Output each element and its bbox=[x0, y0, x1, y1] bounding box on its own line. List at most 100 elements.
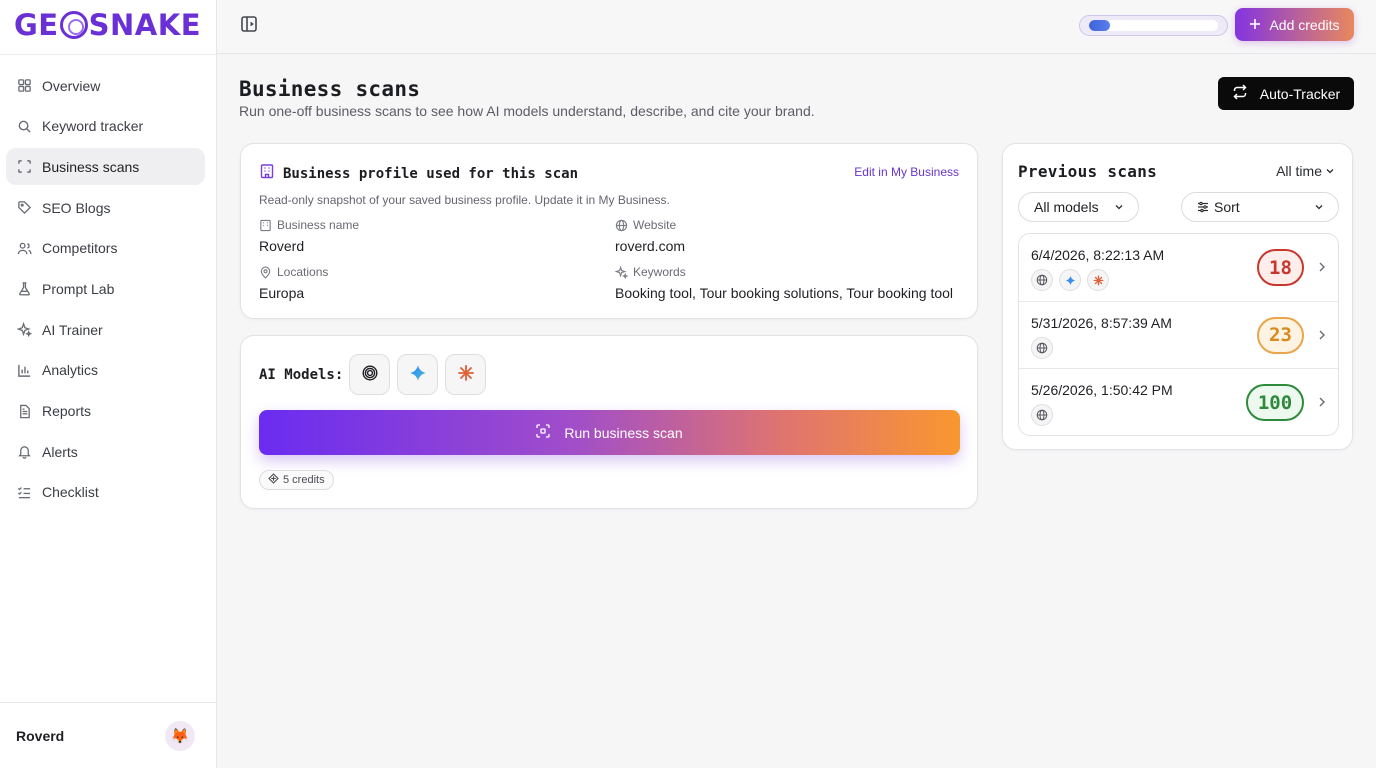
scan-models bbox=[1031, 269, 1109, 291]
bell-icon bbox=[16, 444, 32, 460]
sidebar-item-overview[interactable]: Overview bbox=[6, 67, 205, 104]
sidebar-item-ai-trainer[interactable]: AI Trainer bbox=[6, 311, 205, 348]
auto-tracker-button[interactable]: Auto-Tracker bbox=[1218, 77, 1354, 110]
sidebar-item-reports[interactable]: Reports bbox=[6, 393, 205, 430]
sparkle-icon bbox=[16, 322, 32, 338]
tag-icon bbox=[16, 200, 32, 216]
scan-date: 5/26/2026, 1:50:42 PM bbox=[1031, 382, 1173, 399]
field-label: Business name bbox=[259, 218, 359, 232]
sidebar-item-label: Overview bbox=[42, 77, 101, 94]
sidebar-nav: Overview Keyword tracker Business scans … bbox=[6, 67, 205, 515]
sidebar-item-label: Checklist bbox=[42, 484, 99, 501]
sidebar-item-competitors[interactable]: Competitors bbox=[6, 230, 205, 267]
logo-ring-icon bbox=[59, 11, 88, 39]
score-badge: 100 bbox=[1246, 384, 1304, 422]
gemini-icon bbox=[1059, 269, 1081, 291]
credits-fill bbox=[1089, 20, 1110, 31]
logo-text-right: SNAKE bbox=[88, 8, 202, 42]
field-label: Locations bbox=[259, 265, 328, 279]
add-credits-label: Add credits bbox=[1269, 16, 1340, 33]
checklist-icon bbox=[16, 484, 32, 500]
building-icon bbox=[259, 163, 275, 184]
scan-row[interactable]: 5/31/2026, 8:57:39 AM 23 bbox=[1019, 302, 1338, 370]
models-filter-dropdown[interactable]: All models bbox=[1018, 192, 1139, 222]
model-claude-button[interactable] bbox=[445, 354, 486, 395]
chevron-right-icon bbox=[1316, 328, 1328, 342]
page-subtitle: Run one-off business scans to see how AI… bbox=[239, 103, 815, 119]
scan-row[interactable]: 6/4/2026, 8:22:13 AM 18 bbox=[1019, 234, 1338, 302]
field-label: Website bbox=[615, 218, 685, 232]
sort-control: Sort bbox=[1197, 199, 1240, 215]
logo[interactable]: GE SNAKE bbox=[14, 6, 201, 44]
sidebar-item-analytics[interactable]: Analytics bbox=[6, 352, 205, 389]
chevron-down-icon bbox=[1314, 199, 1324, 215]
credits-track bbox=[1089, 20, 1218, 31]
globe-icon bbox=[1031, 269, 1053, 291]
scan-models bbox=[1031, 404, 1053, 427]
sidebar-item-alerts[interactable]: Alerts bbox=[6, 433, 205, 470]
claude-icon bbox=[457, 364, 475, 385]
grid-icon bbox=[16, 78, 32, 94]
search-icon bbox=[16, 118, 32, 134]
edit-in-my-business-link[interactable]: Edit in My Business bbox=[854, 165, 959, 179]
profile-header: Business profile used for this scan bbox=[259, 163, 578, 184]
website-value: roverd.com bbox=[615, 238, 686, 254]
time-range-dropdown[interactable]: All time bbox=[1276, 163, 1335, 179]
business-name-value: Roverd bbox=[259, 238, 305, 254]
flask-icon bbox=[16, 281, 32, 297]
sidebar-item-business-scans[interactable]: Business scans bbox=[6, 148, 205, 186]
credits-meter bbox=[1079, 15, 1228, 36]
sidebar-item-prompt-lab[interactable]: Prompt Lab bbox=[6, 270, 205, 307]
gemini-icon bbox=[409, 364, 427, 385]
scan-list: 6/4/2026, 8:22:13 AM 18 5/31/2026, 8:57:… bbox=[1018, 233, 1339, 436]
sliders-icon bbox=[1198, 201, 1208, 213]
sidebar-item-label: Business scans bbox=[42, 158, 140, 175]
sidebar-user[interactable]: Roverd 🦊 bbox=[0, 702, 217, 768]
run-business-scan-label: Run business scan bbox=[564, 424, 683, 441]
chevron-right-icon bbox=[1316, 260, 1328, 274]
field-label: Keywords bbox=[615, 265, 953, 279]
page-title: Business scans bbox=[239, 77, 421, 101]
sidebar-item-label: Reports bbox=[42, 403, 92, 419]
score-badge: 18 bbox=[1257, 249, 1304, 286]
sidebar-item-keyword-tracker[interactable]: Keyword tracker bbox=[6, 108, 205, 145]
scan-date: 5/31/2026, 8:57:39 AM bbox=[1031, 314, 1172, 331]
chevron-down-icon bbox=[1114, 199, 1124, 215]
sidebar-item-seo-blogs[interactable]: SEO Blogs bbox=[6, 189, 205, 226]
score-badge: 23 bbox=[1257, 316, 1304, 354]
field-business-name: Business name Roverd bbox=[259, 218, 359, 254]
time-range-label: All time bbox=[1276, 163, 1322, 179]
avatar[interactable]: 🦊 bbox=[165, 720, 195, 751]
sidebar-toggle-icon[interactable] bbox=[239, 14, 259, 34]
profile-title: Business profile used for this scan bbox=[283, 165, 579, 182]
scan-date: 6/4/2026, 8:22:13 AM bbox=[1031, 247, 1165, 263]
run-business-scan-button[interactable]: Run business scan bbox=[259, 410, 960, 455]
field-keywords: Keywords Booking tool, Tour booking solu… bbox=[615, 265, 953, 301]
model-gemini-button[interactable] bbox=[397, 354, 438, 395]
field-locations: Locations Europa bbox=[259, 265, 328, 301]
previous-scans-card: Previous scans All time All models Sort … bbox=[1002, 143, 1353, 450]
add-credits-button[interactable]: Add credits bbox=[1235, 8, 1354, 41]
plus-icon bbox=[1249, 17, 1261, 33]
model-chatgpt-button[interactable] bbox=[349, 354, 390, 395]
profile-note: Read-only snapshot of your saved busines… bbox=[259, 193, 670, 207]
sidebar-item-label: Keyword tracker bbox=[42, 118, 144, 135]
claude-icon bbox=[1087, 269, 1109, 291]
sort-dropdown[interactable]: Sort bbox=[1181, 192, 1339, 222]
chevron-right-icon bbox=[1316, 395, 1328, 409]
ai-models-label: AI Models: bbox=[259, 367, 344, 383]
openai-icon bbox=[361, 364, 379, 385]
field-website: Website roverd.com bbox=[615, 218, 685, 254]
scan-icon bbox=[16, 159, 32, 175]
sidebar-item-checklist[interactable]: Checklist bbox=[6, 474, 205, 511]
sidebar-item-label: Alerts bbox=[42, 443, 78, 460]
globe-icon bbox=[1031, 404, 1053, 427]
bar-chart-icon bbox=[16, 362, 32, 378]
chevron-down-icon bbox=[1325, 163, 1335, 179]
globe-icon bbox=[615, 219, 628, 231]
scan-row[interactable]: 5/26/2026, 1:50:42 PM 100 bbox=[1019, 369, 1338, 435]
sidebar-divider bbox=[0, 54, 217, 55]
sidebar: GE SNAKE Overview Keyword tracker Busine… bbox=[0, 0, 217, 768]
building-small-icon bbox=[260, 219, 271, 231]
business-profile-card: Business profile used for this scan Edit… bbox=[240, 143, 978, 319]
